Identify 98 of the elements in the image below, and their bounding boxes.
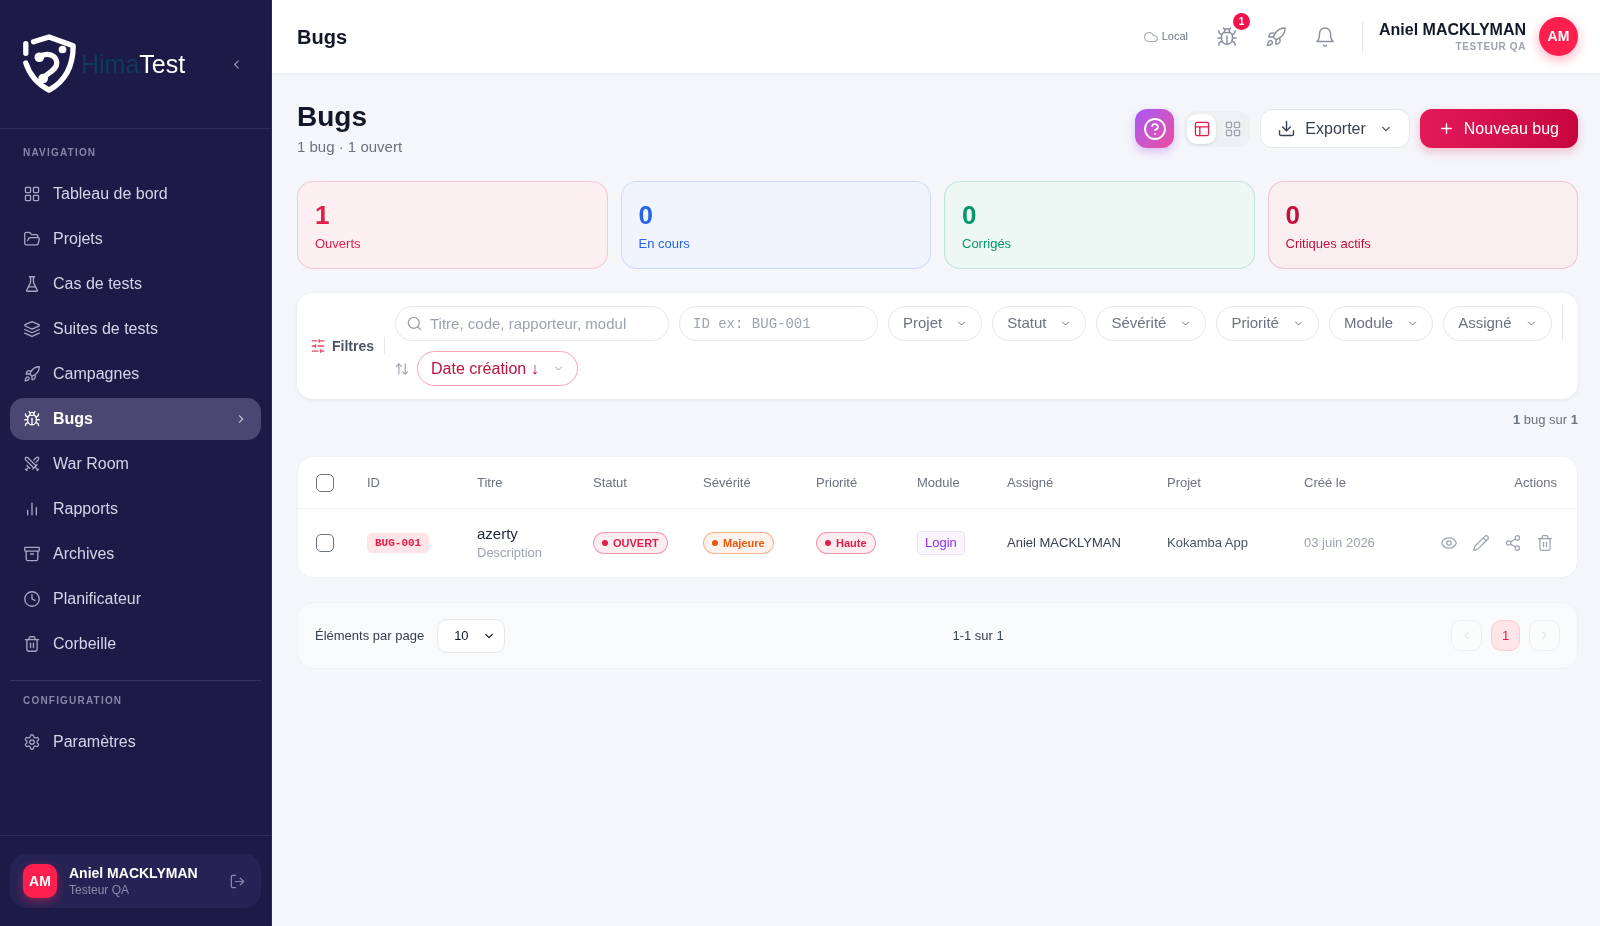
user-avatar: AM <box>23 864 57 898</box>
trash-icon <box>24 636 40 652</box>
edit-icon[interactable] <box>1473 535 1489 551</box>
created-date: 03 juin 2026 <box>1304 534 1375 553</box>
column-header: Module <box>917 473 960 492</box>
flask-icon <box>24 276 40 292</box>
archive-icon <box>24 546 40 562</box>
column-header: Titre <box>477 473 503 492</box>
rocket-icon <box>24 366 40 382</box>
assignee-name: Aniel MACKLYMAN <box>1007 534 1121 553</box>
bug-title: azerty <box>477 524 518 544</box>
chevron-right-icon <box>1539 630 1550 641</box>
search-field[interactable]: Titre, code, rapporteur, modul <box>395 306 669 341</box>
help-button[interactable] <box>1135 109 1175 148</box>
clock-icon <box>24 591 40 607</box>
bar-chart-icon <box>24 501 40 517</box>
sidebar-item[interactable]: Archives <box>10 533 261 575</box>
sidebar-item[interactable]: Suites de tests <box>10 308 261 350</box>
stat-value: 1 <box>315 200 330 230</box>
rocket-icon[interactable] <box>1266 26 1287 47</box>
folder-icon <box>24 231 40 247</box>
sidebar-item[interactable]: Projets <box>10 218 261 260</box>
grid-icon <box>1224 120 1241 137</box>
stat-label: Ouverts <box>315 235 361 253</box>
logo-icon <box>20 34 78 94</box>
stat-label: En cours <box>638 235 690 253</box>
stat-value: 0 <box>962 200 977 230</box>
view-icon[interactable] <box>1441 535 1457 551</box>
page-title: Bugs <box>297 100 367 134</box>
column-header: Actions <box>1514 473 1557 492</box>
filter-label: Filtres <box>332 336 374 356</box>
search-icon <box>407 316 422 331</box>
export-button[interactable]: Exporter <box>1260 109 1410 148</box>
grid-icon <box>24 186 40 202</box>
delete-icon[interactable] <box>1537 535 1553 551</box>
user-name: Aniel MACKLYMAN <box>1379 19 1526 40</box>
result-count: 1 bug sur 1 <box>1512 411 1578 429</box>
severity-text: Majeure <box>723 535 765 551</box>
per-page-select[interactable]: 10 <box>437 618 506 653</box>
section-label: NAVIGATION <box>23 147 97 159</box>
sidebar-item[interactable]: Tableau de bord <box>10 173 261 215</box>
sliders-icon <box>311 339 325 353</box>
column-header: Priorité <box>816 473 858 492</box>
stat-value: 0 <box>1285 200 1300 230</box>
environment-label: Local <box>1161 29 1189 45</box>
stat-value: 0 <box>638 200 653 230</box>
sort-icon <box>395 361 409 376</box>
share-icon[interactable] <box>1505 535 1521 551</box>
column-header: Projet <box>1167 473 1201 492</box>
settings-icon <box>24 734 40 750</box>
sidebar-item[interactable]: Bugs <box>10 398 261 440</box>
per-page-label: Éléments par page <box>315 626 425 645</box>
page-button[interactable]: 1 <box>1491 620 1520 651</box>
column-header: Créé le <box>1304 473 1346 492</box>
table-icon <box>1193 120 1210 137</box>
swords-icon <box>24 456 40 472</box>
bug-icon[interactable] <box>1217 26 1238 47</box>
module-tag: Login <box>917 531 965 555</box>
sidebar-item[interactable]: Corbeille <box>10 623 261 665</box>
help-icon <box>1143 117 1166 140</box>
column-header: ID <box>367 473 380 492</box>
sidebar-item[interactable]: Rapports <box>10 488 261 530</box>
status-text: OUVERT <box>613 535 659 551</box>
sidebar-item[interactable]: Cas de tests <box>10 263 261 305</box>
sidebar-item[interactable]: Planificateur <box>10 578 261 620</box>
sidebar-item[interactable]: Campagnes <box>10 353 261 395</box>
sidebar-item[interactable]: War Room <box>10 443 261 485</box>
bug-id-tag: BUG-001 <box>367 533 430 553</box>
page-subtitle: 1 bug · 1 ouvert <box>297 137 403 157</box>
header-title: Bugs <box>297 24 347 50</box>
layers-icon <box>24 321 40 337</box>
select-all-checkbox[interactable] <box>316 473 334 492</box>
user-role: TESTEUR QA <box>1455 39 1526 54</box>
new-bug-button[interactable]: Nouveau bug <box>1419 109 1578 148</box>
download-icon <box>1278 120 1296 137</box>
project-name: Kokamba App <box>1167 534 1248 553</box>
logout-icon[interactable] <box>230 873 245 889</box>
user-role: Testeur QA <box>69 882 130 898</box>
view-mode-button[interactable] <box>1187 113 1217 144</box>
cloud-icon <box>1143 29 1158 44</box>
priority-text: Haute <box>836 535 867 551</box>
sidebar-item[interactable]: Paramètres <box>10 721 261 763</box>
user-name: Aniel MACKLYMAN <box>69 864 198 882</box>
column-header: Assigné <box>1007 473 1054 492</box>
id-search-field[interactable]: ID ex: BUG-001 <box>679 306 878 341</box>
row-checkbox[interactable] <box>316 534 334 552</box>
bug-icon <box>24 411 40 427</box>
bug-description: Description <box>477 544 543 562</box>
stat-label: Corrigés <box>962 235 1012 253</box>
plus-icon <box>1438 121 1454 136</box>
notification-badge: 1 <box>1233 12 1251 30</box>
bell-icon[interactable] <box>1315 26 1336 47</box>
stat-label: Critiques actifs <box>1285 235 1371 253</box>
section-label: CONFIGURATION <box>23 695 123 707</box>
user-avatar[interactable]: AM <box>1539 17 1578 56</box>
column-header: Statut <box>593 473 627 492</box>
page-range: 1-1 sur 1 <box>952 626 1004 645</box>
column-header: Sévérité <box>703 473 751 492</box>
